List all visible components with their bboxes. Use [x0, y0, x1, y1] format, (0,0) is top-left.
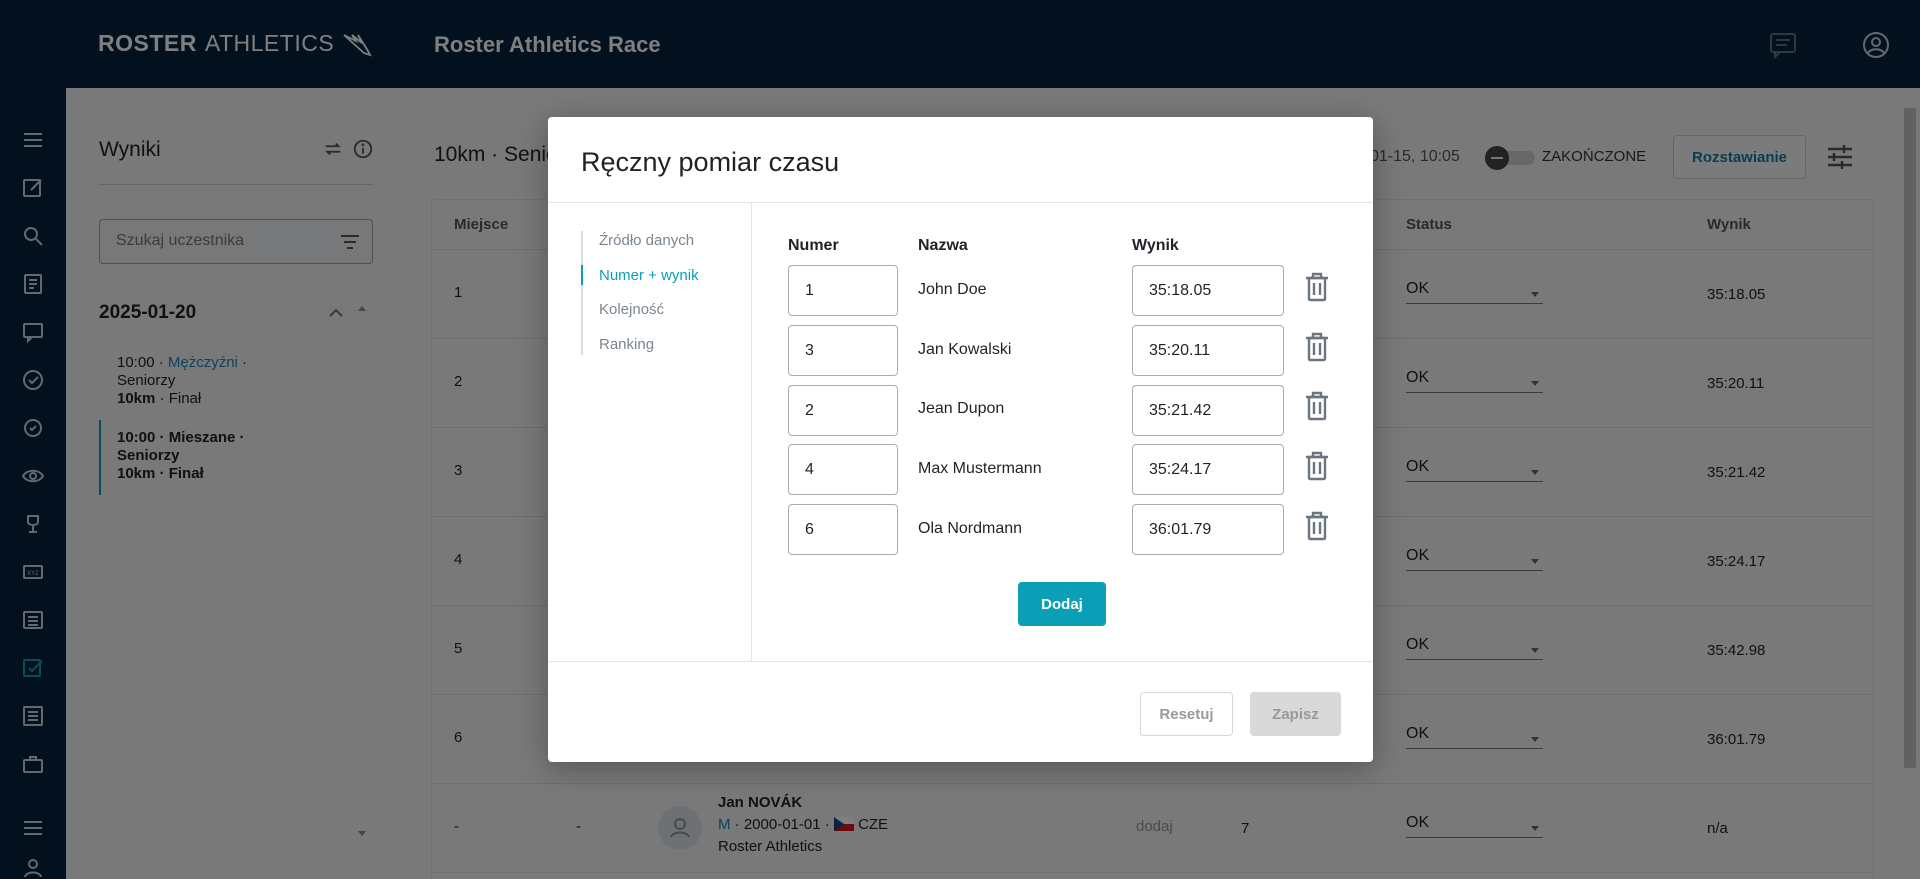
- trash-icon[interactable]: [1303, 451, 1331, 481]
- dialog-title: Ręczny pomiar czasu: [581, 147, 840, 177]
- athlete-name: Ola Nordmann: [918, 520, 1023, 537]
- stepper-line: [581, 231, 583, 355]
- trash-icon[interactable]: [1303, 511, 1331, 541]
- col-result: Wynik: [1132, 237, 1179, 254]
- result-input[interactable]: 35:24.17: [1132, 444, 1284, 495]
- trash-icon[interactable]: [1303, 332, 1331, 362]
- result-value: 36:01.79: [1149, 521, 1212, 538]
- result-input[interactable]: 35:20.11: [1132, 325, 1284, 376]
- number-input[interactable]: 4: [788, 444, 898, 495]
- number-value: 6: [805, 521, 814, 538]
- result-value: 35:24.17: [1149, 461, 1212, 478]
- add-button[interactable]: Dodaj: [1018, 582, 1106, 626]
- athlete-name: Jean Dupon: [918, 400, 1005, 417]
- number-input[interactable]: 6: [788, 504, 898, 555]
- divider: [548, 661, 1373, 662]
- number-input[interactable]: 1: [788, 265, 898, 316]
- number-value: 4: [805, 461, 814, 478]
- divider: [548, 202, 1373, 203]
- number-value: 3: [805, 342, 814, 359]
- step-ranking[interactable]: Ranking: [599, 336, 654, 353]
- number-input[interactable]: 3: [788, 325, 898, 376]
- reset-button[interactable]: Resetuj: [1140, 692, 1233, 736]
- trash-icon[interactable]: [1303, 391, 1331, 421]
- result-input[interactable]: 36:01.79: [1132, 504, 1284, 555]
- result-value: 35:18.05: [1149, 282, 1212, 299]
- number-value: 2: [805, 402, 814, 419]
- result-input[interactable]: 35:18.05: [1132, 265, 1284, 316]
- result-input[interactable]: 35:21.42: [1132, 385, 1284, 436]
- step-order[interactable]: Kolejność: [599, 301, 664, 318]
- step-data-source[interactable]: Źródło danych: [599, 232, 694, 249]
- active-step-indicator: [581, 265, 583, 285]
- number-value: 1: [805, 282, 814, 299]
- step-number-result[interactable]: Numer + wynik: [599, 267, 699, 284]
- col-name: Nazwa: [918, 237, 968, 254]
- number-input[interactable]: 2: [788, 385, 898, 436]
- save-button[interactable]: Zapisz: [1250, 692, 1341, 736]
- divider: [751, 203, 752, 661]
- athlete-name: Max Mustermann: [918, 460, 1042, 477]
- manual-timing-dialog: Ręczny pomiar czasu Źródło danych Numer …: [548, 117, 1373, 762]
- result-value: 35:21.42: [1149, 402, 1212, 419]
- athlete-name: John Doe: [918, 281, 987, 298]
- trash-icon[interactable]: [1303, 272, 1331, 302]
- result-value: 35:20.11: [1149, 342, 1211, 359]
- athlete-name: Jan Kowalski: [918, 341, 1012, 358]
- col-number: Numer: [788, 237, 839, 254]
